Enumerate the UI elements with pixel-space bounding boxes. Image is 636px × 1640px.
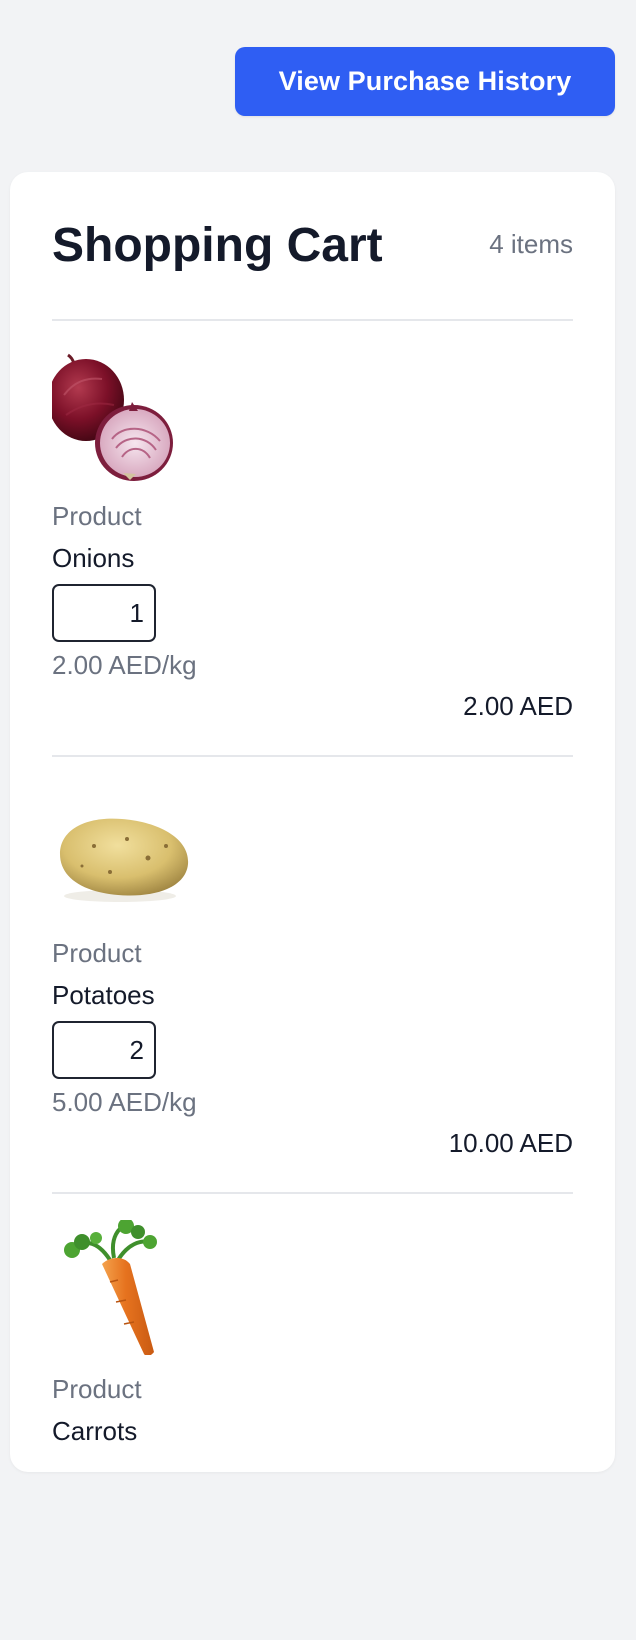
cart-item-onions: Product Onions 2.00 AED/kg 2.00 AED — [52, 347, 573, 767]
cart-divider — [52, 319, 573, 321]
product-label: Product — [52, 938, 142, 968]
product-name: Onions — [52, 543, 135, 573]
line-total: 2.00 AED — [463, 691, 573, 721]
potato-image — [60, 818, 189, 902]
view-purchase-history-button[interactable]: View Purchase History — [235, 47, 615, 116]
line-total: 10.00 AED — [448, 1128, 573, 1158]
onion-image — [52, 353, 173, 481]
cart-title: Shopping Cart — [52, 219, 383, 272]
cart-divider — [52, 1192, 573, 1194]
product-label: Product — [52, 1374, 142, 1404]
shopping-cart-card: Shopping Cart 4 items Product Onions 1 2… — [10, 172, 615, 1472]
carrot-image — [64, 1220, 157, 1355]
cart-divider — [52, 755, 573, 757]
quantity-input[interactable] — [52, 584, 156, 642]
quantity-input[interactable] — [52, 1021, 156, 1079]
unit-price: 5.00 AED/kg — [52, 1087, 197, 1117]
cart-item-count: 4 items — [489, 229, 573, 259]
product-label: Product — [52, 501, 142, 531]
cart-item-carrots: Product Carrots — [52, 1220, 573, 1640]
top-actions: View Purchase History — [235, 47, 615, 116]
cart-header: Shopping Cart 4 items — [52, 216, 573, 276]
product-name: Carrots — [52, 1416, 138, 1446]
product-name: Potatoes — [52, 980, 155, 1010]
cart-item-potatoes: Product Potatoes 5.00 AED/kg 10.00 AED — [52, 784, 573, 1204]
unit-price: 2.00 AED/kg — [52, 650, 197, 680]
